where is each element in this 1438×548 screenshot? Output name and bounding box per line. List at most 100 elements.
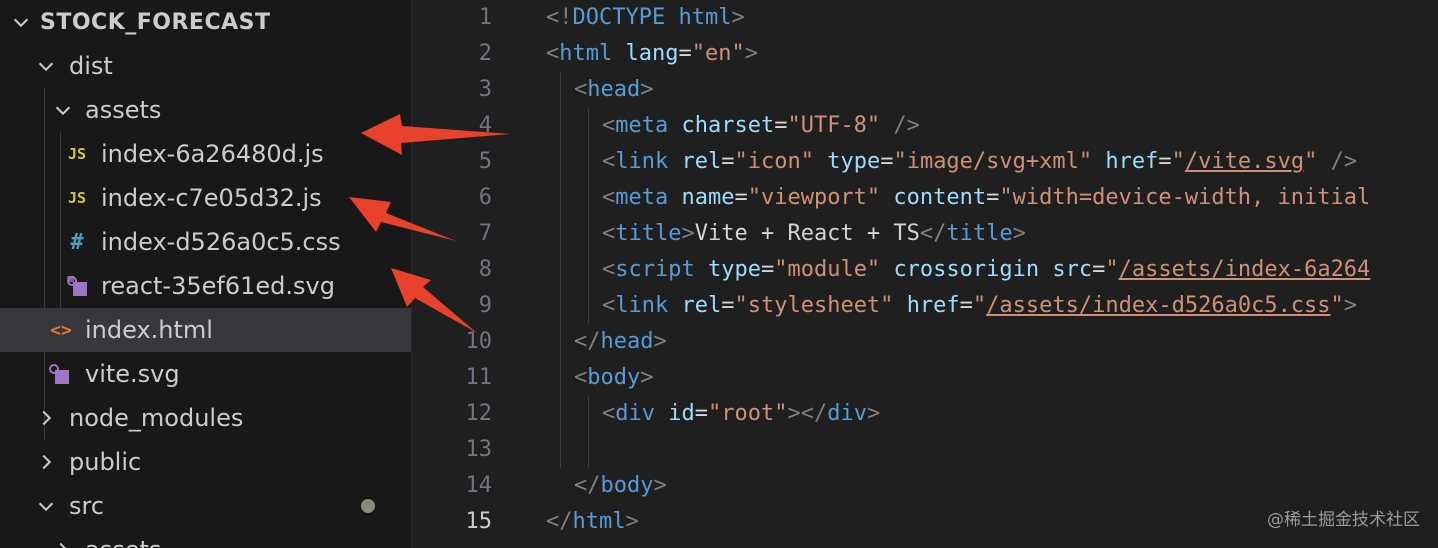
code-token: "width=device-width, initial (999, 185, 1371, 210)
line-number: 3 (478, 77, 492, 102)
code-token: type (827, 149, 881, 174)
chevron-right-icon (33, 405, 59, 431)
tree-item-label: vite.svg (85, 360, 180, 388)
svg-file-icon (64, 273, 90, 299)
code-line[interactable]: <script type="module" crossorigin src="/… (602, 252, 1370, 288)
tree-file-vite-svg[interactable]: vite.svg (0, 352, 411, 396)
code-token: = (721, 293, 735, 318)
explorer-root-folder[interactable]: STOCK_FORECAST (0, 0, 411, 44)
tree-folder-node-modules[interactable]: node_modules (0, 396, 411, 440)
tree-item-label: assets (85, 96, 162, 124)
code-token: "en" (691, 41, 745, 66)
code-line[interactable]: <!DOCTYPE html> (546, 0, 745, 36)
code-token: > (1012, 221, 1026, 246)
code-token: </ (546, 509, 573, 534)
code-line[interactable]: <meta name="viewport" content="width=dev… (602, 180, 1370, 216)
tree-item-label: node_modules (69, 404, 244, 432)
code-token: = (959, 293, 973, 318)
code-token: DOCTYPE html (572, 5, 732, 30)
code-token: "image/svg+xml" (893, 149, 1093, 174)
tree-file-index-html[interactable]: <> index.html (0, 308, 411, 352)
code-line[interactable]: <div id="root"></div> (602, 396, 880, 432)
code-token: body (600, 473, 654, 498)
code-token: "stylesheet" (734, 293, 894, 318)
line-number: 10 (465, 329, 493, 354)
tree-file-index-6a26480d-js[interactable]: JS index-6a26480d.js (0, 132, 411, 176)
chevron-down-icon (33, 53, 59, 79)
line-number: 7 (478, 221, 492, 246)
tree-item-label: src (69, 492, 105, 520)
tree-folder-src-assets[interactable]: assets (0, 528, 411, 548)
code-token: < (602, 221, 616, 246)
code-token: < (602, 401, 616, 426)
code-token: = (986, 185, 1000, 210)
code-token: > (744, 41, 758, 66)
code-token: > (640, 365, 654, 390)
code-token: > (866, 401, 881, 426)
code-token: " (1330, 293, 1344, 318)
code-token: < (602, 113, 616, 138)
line-number: 5 (478, 149, 492, 174)
javascript-file-icon: JS (67, 145, 87, 163)
indent-guide (560, 72, 561, 468)
code-line[interactable]: <meta charset="UTF-8" /> (602, 108, 920, 144)
chevron-right-icon (50, 537, 76, 548)
tree-file-index-c7e05d32-js[interactable]: JS index-c7e05d32.js (0, 176, 411, 220)
code-token: < (574, 77, 588, 102)
code-token: = (880, 149, 894, 174)
code-line[interactable]: <link rel="stylesheet" href="/assets/ind… (602, 288, 1357, 324)
tree-folder-dist[interactable]: dist (0, 44, 411, 88)
chevron-right-icon (33, 449, 59, 475)
tree-item-label: react-35ef61ed.svg (101, 272, 335, 300)
code-line[interactable]: <head> (574, 72, 653, 108)
code-line[interactable]: <link rel="icon" type="image/svg+xml" hr… (602, 144, 1357, 180)
tree-file-index-d526a0c5-css[interactable]: # index-d526a0c5.css (0, 220, 411, 264)
code-token: " (972, 293, 987, 318)
code-token: href (1105, 149, 1159, 174)
code-token: name (681, 185, 735, 210)
code-token: = (1158, 149, 1172, 174)
tree-folder-public[interactable]: public (0, 440, 411, 484)
code-token: " (1304, 149, 1318, 174)
code-line[interactable]: <title>Vite + React + TS</title> (602, 216, 1026, 252)
code-line[interactable]: <body> (574, 360, 653, 396)
code-token: < (546, 41, 560, 66)
code-token: " (1105, 257, 1119, 282)
code-token: /assets/index-d526a0c5.css (986, 293, 1331, 318)
line-number: 2 (478, 41, 492, 66)
svg-file-icon (46, 361, 72, 387)
code-line[interactable]: <html lang="en"> (546, 36, 758, 72)
code-token: = (774, 113, 788, 138)
code-token: = (721, 149, 735, 174)
code-token: /> (1317, 149, 1358, 174)
line-number: 6 (478, 185, 492, 210)
tree-folder-src[interactable]: src (0, 484, 411, 528)
tree-item-label: index.html (85, 316, 213, 344)
explorer-root-label: STOCK_FORECAST (40, 9, 271, 35)
tree-item-label: assets (85, 536, 161, 548)
code-line[interactable]: </body> (574, 468, 667, 504)
code-line[interactable]: </head> (574, 324, 667, 360)
code-token: meta (615, 185, 669, 210)
html-file-icon: <> (50, 319, 72, 341)
code-token: > (1343, 293, 1358, 318)
code-token: "root" (708, 401, 788, 426)
code-token: "icon" (734, 149, 814, 174)
tree-folder-assets[interactable]: assets (0, 88, 411, 132)
indent-guide (588, 108, 589, 324)
code-line[interactable]: </html> (546, 504, 639, 540)
code-editor[interactable]: 1 2 3 4 5 6 7 8 9 10 11 12 13 14 15 <!DOCTYPE html> <ht… (412, 0, 1438, 548)
tree-file-react-svg[interactable]: react-35ef61ed.svg (0, 264, 411, 308)
javascript-file-icon: JS (67, 189, 87, 207)
code-token: link (615, 149, 669, 174)
line-number: 12 (465, 401, 493, 426)
code-token: </ (574, 473, 601, 498)
code-token: script (615, 257, 695, 282)
